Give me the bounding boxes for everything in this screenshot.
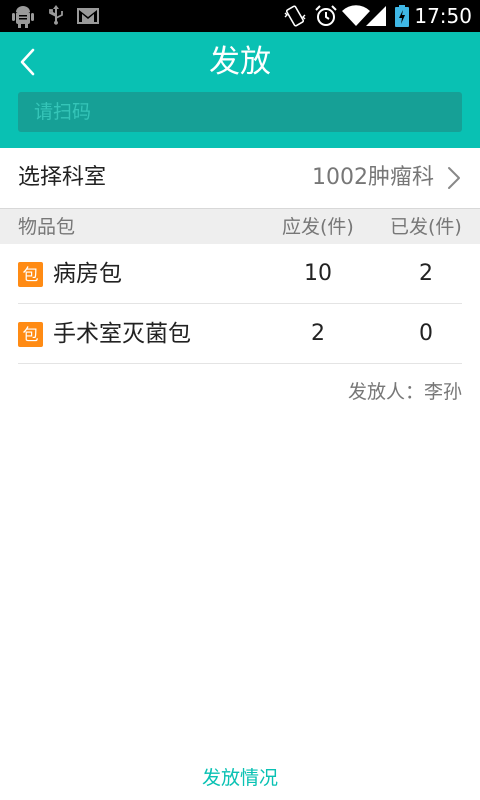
status-time: 17:50	[414, 4, 472, 28]
package-name: 病房包	[53, 261, 122, 287]
department-selector[interactable]: 选择科室 1002肿瘤科	[0, 148, 480, 208]
issued-count: 2	[419, 261, 433, 286]
usb-icon	[49, 5, 63, 25]
issuer-label: 发放人：李孙	[347, 381, 462, 403]
status-bar: 17:50	[0, 0, 480, 32]
due-count: 2	[311, 321, 325, 346]
package-badge: 包	[18, 322, 43, 347]
scan-input[interactable]	[18, 92, 462, 132]
column-header-package: 物品包	[18, 216, 76, 238]
chevron-right-icon	[448, 167, 460, 189]
column-header-issued: 已发(件)	[390, 216, 462, 238]
due-count: 10	[304, 261, 332, 286]
table-row[interactable]: 包 病房包 10 2	[18, 244, 462, 304]
department-label: 选择科室	[18, 165, 107, 190]
package-name: 手术室灭菌包	[53, 321, 191, 347]
vibrate-icon	[284, 5, 306, 27]
issue-status-link[interactable]: 发放情况	[0, 764, 480, 792]
gmail-icon	[77, 8, 99, 24]
department-value: 1002肿瘤科	[312, 165, 434, 190]
table-header: 物品包 应发(件) 已发(件)	[0, 208, 480, 244]
issued-count: 0	[419, 321, 433, 346]
page-title: 发放	[209, 44, 271, 80]
signal-icon	[366, 6, 386, 26]
android-debug-icon	[12, 6, 34, 28]
app-header: 发放	[0, 32, 480, 148]
table-row[interactable]: 包 手术室灭菌包 2 0	[18, 304, 462, 364]
package-badge: 包	[18, 262, 43, 287]
battery-charging-icon	[395, 5, 409, 27]
column-header-due: 应发(件)	[282, 216, 354, 238]
alarm-icon	[315, 5, 337, 26]
